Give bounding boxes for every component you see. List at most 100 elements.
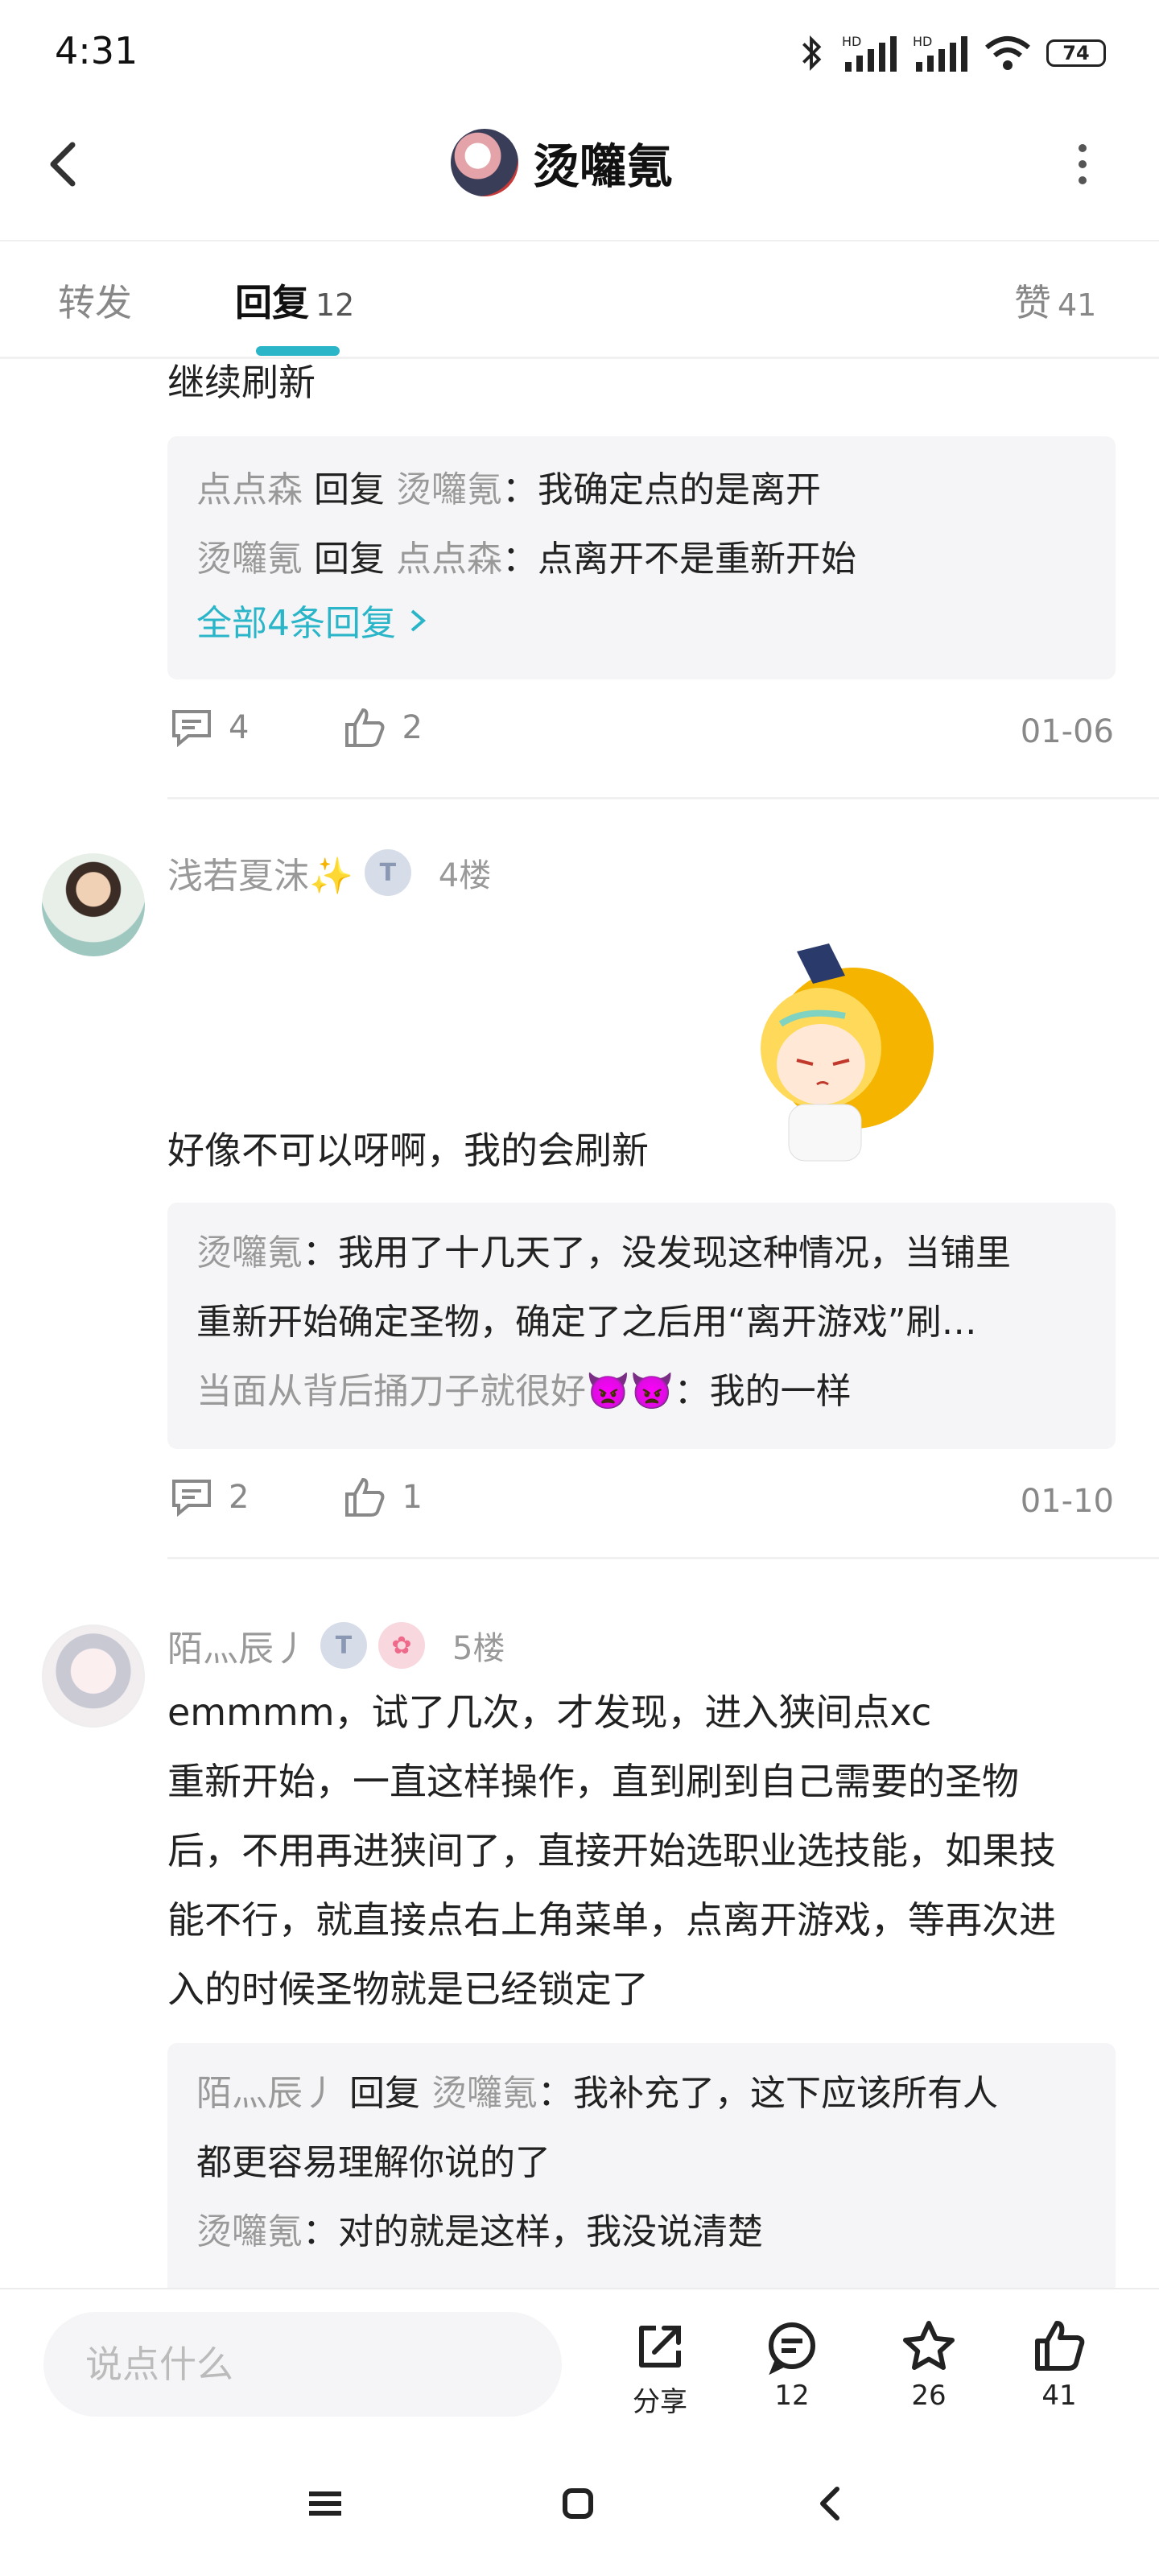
tab-forward[interactable]: 转发 [58,274,132,327]
reply-author[interactable]: 烫囖氪 [196,2211,303,2252]
reply-item-continued[interactable]: 都更容易理解你说的了 [196,2133,551,2185]
status-time: 4:31 [55,29,138,72]
home-icon[interactable] [560,2486,596,2521]
status-icons: HD HD 74 [795,29,1106,77]
comment-input[interactable]: 说点什么 [43,2312,562,2417]
comment-text: 好像不可以呀啊，我的会刷新 [167,1129,649,1172]
tab-count: 41 [1058,287,1097,323]
avatar[interactable] [451,129,518,196]
favorite-button[interactable]: 26 [881,2318,977,2412]
comment-date: 01-10 [1020,1483,1114,1520]
header-user[interactable]: 烫囖氪 [451,124,673,201]
chevron-right-icon [410,609,427,632]
reply-item[interactable]: 烫囖氪：我用了十几天了，没发现这种情况，当铺里 [196,1224,1011,1275]
wifi-icon [985,36,1030,70]
share-button[interactable]: 分享 [612,2318,708,2419]
divider [167,797,1159,799]
level-badge: T [364,849,411,896]
comment-actions: 4 2 [169,707,423,749]
floor-number: 4楼 [438,857,492,894]
back-button[interactable] [40,135,89,193]
divider [167,1557,1159,1559]
reply-verb: 回复 [349,2073,420,2114]
comment-text-line: 重新开始，一直这样操作，直到刷到自己需要的圣物 [167,1760,1019,1803]
reply-author[interactable]: 当面从背后捅刀子就很好👿👿 [196,1371,674,1412]
comments-count: 12 [774,2380,810,2412]
svg-text:HD: HD [913,34,932,49]
reply-item[interactable]: 当面从背后捅刀子就很好👿👿：我的一样 [196,1362,852,1414]
anime-sticker-image [761,943,934,1162]
star-icon [903,2321,955,2370]
tab-replies[interactable]: 回复 12 [235,274,354,327]
reply-text: ：我的一样 [674,1371,852,1412]
reply-text: 都更容易理解你说的了 [196,2142,551,2183]
share-label: 分享 [633,2386,687,2418]
page-title: 烫囖氪 [533,139,674,194]
comment-icon[interactable] [169,707,214,749]
comments-button[interactable]: 12 [744,2318,840,2412]
comment-bubble-icon [769,2322,815,2375]
tab-label: 回复 [235,281,309,324]
reply-preview-box[interactable]: 陌灬辰丿 回复 烫囖氪：我补充了，这下应该所有人 都更容易理解你说的了 烫囖氪：… [167,2043,1116,2288]
like-count: 2 [402,709,423,746]
reply-item-continued[interactable]: 重新开始确定圣物，确定了之后用“离开游戏”刷… [196,1293,977,1344]
reply-target[interactable]: 点点森 [396,539,502,580]
reply-count: 2 [229,1479,250,1516]
comment-text-line: 后，不用再进狭间了，直接开始选职业选技能，如果技 [167,1829,1056,1872]
likes-count: 41 [1041,2380,1077,2412]
avatar[interactable] [42,1624,145,1728]
view-all-label: 全部4条回复 [196,603,396,644]
like-count: 1 [402,1479,423,1516]
system-nav-bar [0,2446,1159,2576]
thumbs-up-icon[interactable] [342,1476,387,1518]
reply-author[interactable]: 陌灬辰丿 [196,2073,338,2114]
comment-text-line: 能不行，就直接点右上角菜单，点离开游戏，等再次进 [167,1898,1056,1942]
reply-text: ：点离开不是重新开始 [502,539,856,580]
comment-actions: 2 1 [169,1476,423,1518]
thumbs-up-icon [1035,2321,1085,2371]
comment-text: 继续刷新 [167,361,316,404]
tab-count: 12 [316,287,355,323]
reply-target[interactable]: 烫囖氪 [431,2073,538,2114]
thumbs-up-icon[interactable] [342,707,387,749]
like-button[interactable]: 41 [1011,2318,1107,2412]
reply-count: 4 [229,709,250,746]
battery-indicator: 74 [1046,39,1106,67]
reply-item[interactable]: 点点森 回复 烫囖氪：我确定点的是离开 [196,460,821,512]
reply-preview-box[interactable]: 点点森 回复 烫囖氪：我确定点的是离开 烫囖氪 回复 点点森：点离开不是重新开始… [167,436,1116,679]
reply-author[interactable]: 点点森 [196,469,303,510]
comment-header: 陌灬辰丿 T ✿ 5楼 [167,1620,505,1671]
floor-number: 5楼 [452,1630,505,1667]
back-nav-icon[interactable] [813,2484,848,2523]
more-dot-icon [1079,160,1087,168]
reply-verb: 回复 [314,539,385,580]
reply-verb: 回复 [314,469,385,510]
signal-icon: HD [842,34,897,72]
bluetooth-icon [802,35,822,71]
reply-text: ：对的就是这样，我没说清楚 [303,2211,763,2252]
reply-item[interactable]: 烫囖氪：对的就是这样，我没说清楚 [196,2202,763,2254]
reply-author[interactable]: 烫囖氪 [196,1232,303,1274]
signal-icon-2: HD [913,34,967,72]
reply-author[interactable]: 烫囖氪 [196,539,303,580]
chevron-left-icon [50,142,76,187]
comment-text-line: emmmm，试了几次，才发现，进入狭间点xc [167,1690,932,1734]
reply-target[interactable]: 烫囖氪 [396,469,502,510]
reply-preview-box[interactable]: 烫囖氪：我用了十几天了，没发现这种情况，当铺里 重新开始确定圣物，确定了之后用“… [167,1203,1116,1449]
tab-label: 赞 [1014,281,1051,324]
comment-icon[interactable] [169,1476,214,1518]
reply-text: ：我确定点的是离开 [502,469,821,510]
level-badge: T [320,1622,367,1669]
commenter-name[interactable]: 陌灬辰丿 [167,1620,309,1671]
svg-text:HD: HD [842,34,861,49]
commenter-name[interactable]: 浅若夏沫✨ [167,847,353,898]
tab-bar [0,242,1159,359]
menu-icon[interactable] [306,2487,344,2520]
view-all-replies-link[interactable]: 全部4条回复 [196,594,428,646]
reply-item[interactable]: 烫囖氪 回复 点点森：点离开不是重新开始 [196,530,856,581]
tab-likes[interactable]: 赞 41 [1014,274,1096,327]
comment-header: 浅若夏沫✨ T 4楼 [167,847,491,898]
reply-item[interactable]: 陌灬辰丿 回复 烫囖氪：我补充了，这下应该所有人 [196,2064,998,2116]
avatar[interactable] [42,853,145,956]
more-options-button[interactable] [1062,135,1103,193]
